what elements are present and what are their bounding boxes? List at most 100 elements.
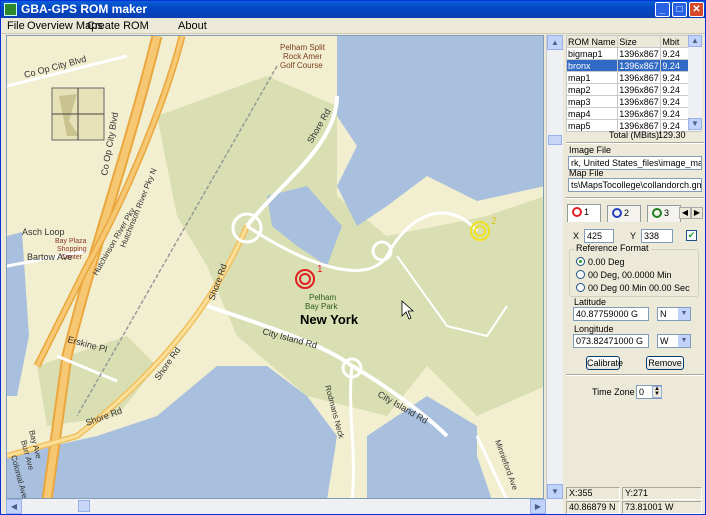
table-row[interactable]: bigmap11396x8679.24Y — [565, 47, 703, 60]
y-label: Y — [630, 231, 637, 241]
label-asch-loop: Asch Loop — [22, 227, 65, 237]
x-label: X — [573, 231, 580, 241]
tab-marker-3[interactable]: 3 — [647, 205, 681, 222]
map-canvas[interactable]: Pelham Split Rock Amer Golf Course Co Op… — [7, 36, 544, 499]
table-scroll-up-icon[interactable]: ▲ — [688, 35, 702, 47]
cell-mbit: 9.24 — [660, 59, 690, 72]
cell-size: 1396x867 — [617, 83, 662, 96]
radio-deg-min[interactable]: 00 Deg, 00.0000 Min — [576, 270, 672, 280]
tab-marker-2[interactable]: 2 — [607, 205, 641, 222]
divider — [566, 142, 704, 144]
longitude-dir-select[interactable]: W ▼ — [657, 334, 691, 348]
rom-table-scrollbar[interactable]: ▲ ▼ — [688, 35, 702, 131]
scroll-up-icon[interactable]: ▲ — [547, 35, 563, 50]
latitude-label: Latitude — [574, 297, 607, 307]
scroll-down-icon[interactable]: ▼ — [547, 484, 563, 499]
table-row[interactable]: map31396x8679.24Y — [565, 95, 703, 108]
scroll-left-icon[interactable]: ◀ — [6, 499, 22, 514]
cell-size: 1396x867 — [617, 95, 662, 108]
title-bar[interactable]: GBA-GPS ROM maker _ □ ✕ — [1, 1, 705, 18]
vertical-scroll-thumb[interactable] — [548, 135, 562, 145]
cell-mbit: 9.24 — [660, 71, 690, 84]
radio-deg-min-sec[interactable]: 00 Deg 00 Min 00.00 Sec — [576, 283, 690, 293]
cell-name: map1 — [565, 71, 619, 84]
radio-dot — [576, 257, 585, 266]
control-panel: ROM Name Size Mbit R bigmap11396x8679.24… — [564, 35, 706, 499]
map-file-field[interactable]: ts\MapsTocollege\collandorch.gmap — [568, 178, 702, 192]
scroll-right-icon[interactable]: ▶ — [530, 499, 546, 514]
table-row[interactable]: map41396x8679.24Y — [565, 107, 703, 120]
table-row[interactable]: map21396x8679.24Y — [565, 83, 703, 96]
app-window: GBA-GPS ROM maker _ □ ✕ File Overview Ma… — [0, 0, 706, 515]
close-icon[interactable]: ✕ — [689, 2, 704, 17]
remove-button[interactable]: Remove — [646, 356, 684, 370]
cell-size: 1396x867 — [617, 107, 662, 120]
cell-size: 1396x867 — [617, 71, 662, 84]
table-row[interactable]: bronx1396x8679.24Y — [565, 59, 703, 72]
radio-label: 00 Deg, 00.0000 Min — [588, 270, 672, 280]
menu-create-rom[interactable]: Create ROM — [87, 20, 149, 32]
marker-1-number: 1 — [317, 264, 323, 275]
y-input[interactable]: 338 — [641, 229, 673, 243]
label-bay-plaza-3: Center — [61, 254, 83, 261]
tab-scroll-left-icon[interactable]: ◀ — [679, 207, 691, 219]
map-vertical-scrollbar[interactable]: ▲ ▼ — [546, 35, 563, 499]
col-rom-name[interactable]: ROM Name — [565, 35, 619, 48]
cell-size: 1396x867 — [617, 47, 662, 60]
calibrate-button[interactable]: Calibrate — [586, 356, 623, 370]
chevron-down-icon[interactable]: ▼ — [678, 308, 690, 320]
status-longitude: 73.81001 W — [622, 501, 702, 514]
latitude-dir-select[interactable]: N ▼ — [657, 307, 691, 321]
cell-mbit: 9.24 — [660, 83, 690, 96]
tab-label: 3 — [664, 208, 670, 218]
cell-name: map2 — [565, 83, 619, 96]
latitude-dir-value: N — [660, 309, 667, 319]
radio-dot — [576, 270, 585, 279]
col-size[interactable]: Size — [617, 35, 662, 48]
radio-deg[interactable]: 0.00 Deg — [576, 257, 625, 267]
cell-name: bronx — [565, 59, 619, 72]
divider — [566, 197, 704, 199]
cell-name: map4 — [565, 107, 619, 120]
map-file-label: Map File — [569, 168, 604, 178]
label-bay-plaza-1: Bay Plaza — [55, 238, 87, 245]
tab-scroll-right-icon[interactable]: ▶ — [691, 207, 703, 219]
table-row[interactable]: map11396x8679.24Y — [565, 71, 703, 84]
horizontal-scroll-thumb[interactable] — [78, 500, 90, 512]
label-rock-amer: Rock Amer — [283, 52, 322, 61]
x-input[interactable]: 425 — [584, 229, 614, 243]
map-view[interactable]: Pelham Split Rock Amer Golf Course Co Op… — [6, 35, 544, 499]
map-horizontal-scrollbar[interactable]: ◀ ▶ — [6, 499, 563, 514]
col-mbit[interactable]: Mbit — [660, 35, 690, 48]
menu-file[interactable]: File — [7, 20, 25, 32]
cell-name: map3 — [565, 95, 619, 108]
latitude-input[interactable]: 40.87759000 G — [573, 307, 649, 321]
rom-table[interactable]: ROM Name Size Mbit R bigmap11396x8679.24… — [565, 35, 703, 132]
app-icon — [4, 3, 17, 16]
chevron-down-icon[interactable]: ▼ — [678, 335, 690, 347]
total-mbits-label: Total (MBits): — [609, 130, 662, 140]
status-latitude: 40.86879 N — [566, 501, 620, 514]
label-golf: Golf Course — [280, 61, 323, 70]
minimize-icon[interactable]: _ — [655, 2, 670, 17]
coords-checkbox[interactable]: ✔ — [686, 230, 697, 241]
reference-format-title: Reference Format — [574, 243, 651, 253]
window-title: GBA-GPS ROM maker — [21, 2, 148, 16]
label-new-york: New York — [300, 312, 359, 327]
tab-marker-1[interactable]: 1 — [567, 204, 601, 222]
time-zone-spin-icon[interactable]: ▲ ▼ — [652, 386, 662, 398]
label-pelham-split: Pelham Split — [280, 43, 326, 52]
image-file-label: Image File — [569, 145, 612, 155]
menu-about[interactable]: About — [178, 20, 207, 32]
status-x: X:355 — [566, 487, 620, 500]
radio-dot — [576, 283, 585, 292]
longitude-input[interactable]: 073.82471000 G — [573, 334, 649, 348]
reference-format-group: Reference Format 0.00 Deg 00 Deg, 00.000… — [569, 243, 699, 297]
maximize-icon[interactable]: □ — [672, 2, 687, 17]
red-target-icon — [572, 207, 582, 217]
label-bay-plaza-2: Shopping — [57, 246, 87, 253]
label-pelham-bay-1: Pelham — [309, 293, 336, 302]
table-scroll-down-icon[interactable]: ▼ — [688, 118, 702, 130]
status-bar: X:355 Y:271 40.86879 N 73.81001 W — [564, 487, 706, 514]
radio-label: 00 Deg 00 Min 00.00 Sec — [588, 283, 690, 293]
